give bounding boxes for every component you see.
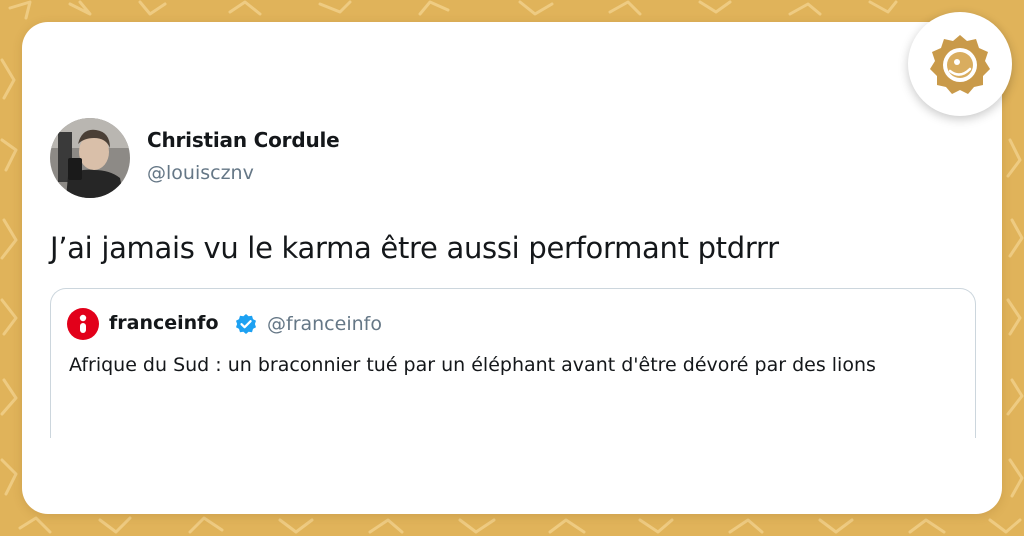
quoted-author-name[interactable]: franceinfo <box>109 312 219 334</box>
publisher-badge[interactable] <box>908 12 1012 116</box>
verified-badge-icon <box>236 314 256 334</box>
quoted-author-handle[interactable]: @franceinfo <box>267 313 382 335</box>
author-handle[interactable]: @louiscznv <box>147 162 254 184</box>
tweet-text: J’ai jamais vu le karma être aussi perfo… <box>50 231 779 265</box>
tweet-card <box>22 22 1002 514</box>
avatar-photo <box>50 118 130 198</box>
publisher-logo-icon <box>930 35 990 94</box>
author-name[interactable]: Christian Cordule <box>147 128 340 152</box>
quoted-tweet-text: Afrique du Sud : un braconnier tué par u… <box>69 354 876 376</box>
avatar[interactable] <box>50 118 130 198</box>
quoted-tweet[interactable]: franceinfo @franceinfo Afrique du Sud : … <box>50 288 976 438</box>
franceinfo-logo-icon <box>67 308 99 340</box>
